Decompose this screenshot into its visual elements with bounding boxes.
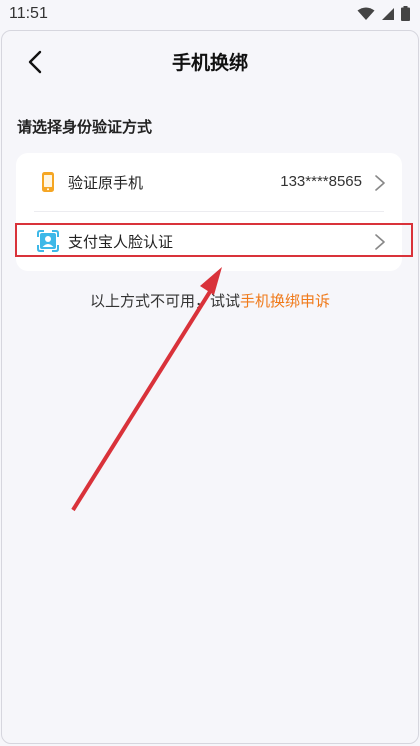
section-title: 请选择身份验证方式 (17, 118, 153, 136)
verify-original-phone-option[interactable]: 验证原手机 133****8565 (16, 153, 402, 211)
footer-hint: 以上方式不可用，试试手机换绑申诉 (0, 290, 420, 311)
appeal-link[interactable]: 手机换绑申诉 (240, 292, 330, 310)
masked-phone-number: 133****8565 (280, 173, 362, 190)
header: 手机换绑 (0, 30, 420, 92)
option-label: 验证原手机 (68, 174, 144, 192)
phone-icon (42, 172, 54, 192)
status-icons (357, 6, 410, 21)
option-label: 支付宝人脸认证 (68, 233, 174, 251)
chevron-right-icon (375, 175, 385, 191)
alipay-face-auth-option[interactable]: 支付宝人脸认证 (16, 212, 402, 270)
chevron-right-icon (375, 234, 385, 250)
status-time: 11:51 (9, 5, 48, 22)
cellular-signal-icon (382, 7, 394, 20)
status-bar: 11:51 (0, 0, 420, 30)
battery-icon (401, 6, 410, 21)
face-id-icon (37, 230, 59, 252)
screen-frame (1, 30, 419, 744)
verification-options-card: 验证原手机 133****8565 支付宝人脸认证 (16, 153, 402, 271)
wifi-icon (357, 7, 375, 20)
footer-prefix: 以上方式不可用，试试 (89, 292, 240, 310)
page-title: 手机换绑 (171, 52, 248, 74)
